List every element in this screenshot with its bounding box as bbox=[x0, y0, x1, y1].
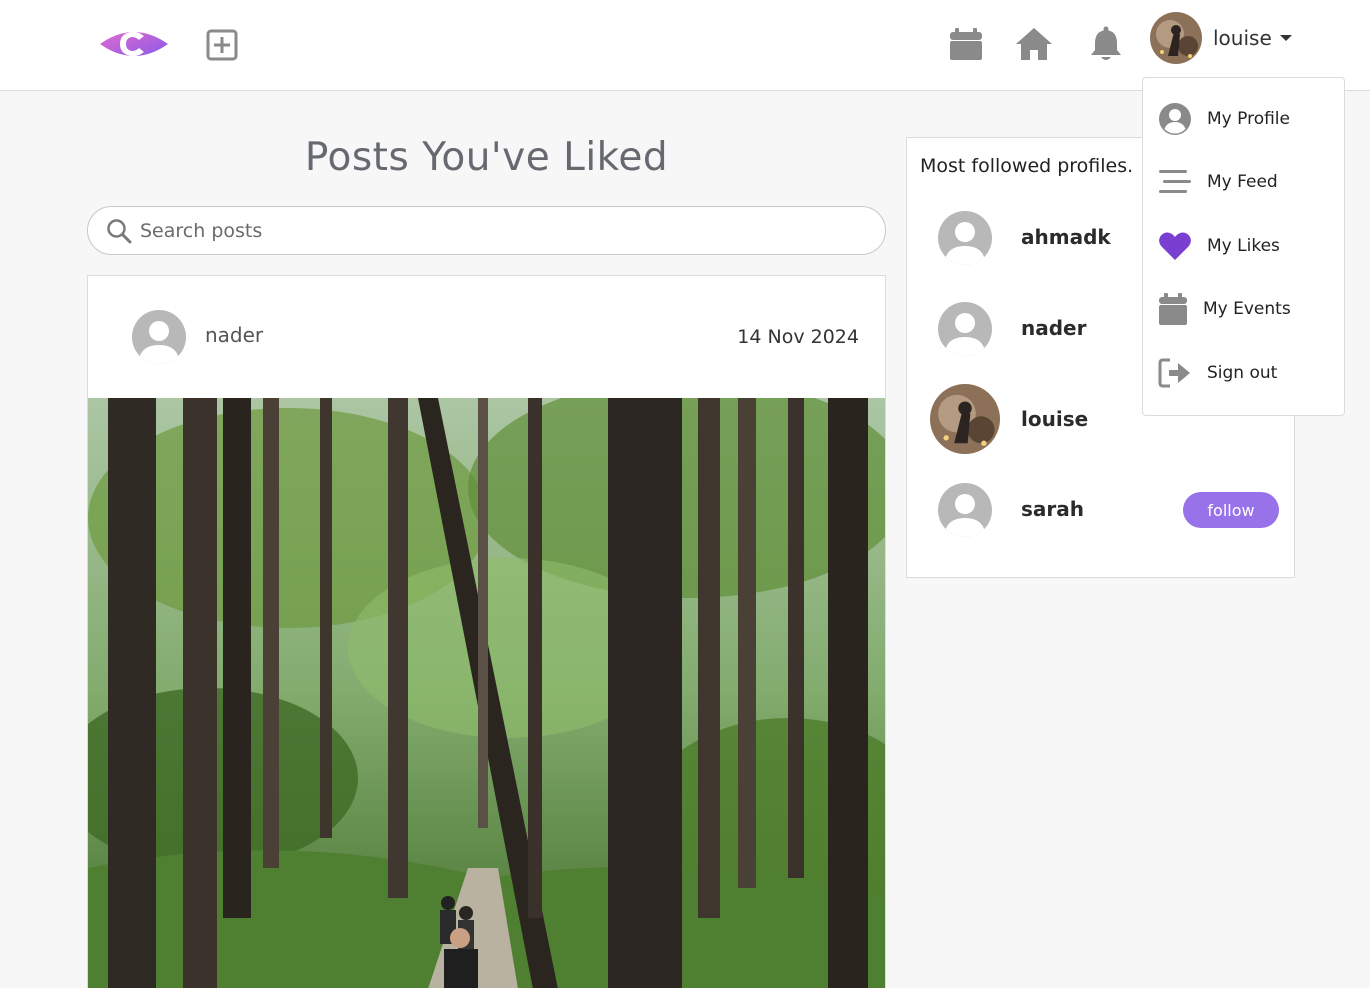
menu-item-label: My Events bbox=[1203, 299, 1291, 319]
menu-item-label: My Likes bbox=[1207, 236, 1280, 256]
user-dropdown-menu: My Profile My Feed My Likes My Events Si… bbox=[1142, 77, 1345, 416]
avatar[interactable] bbox=[132, 310, 186, 364]
add-post-icon[interactable] bbox=[205, 28, 239, 62]
menu-item-sign-out[interactable]: Sign out bbox=[1143, 349, 1344, 397]
search-icon bbox=[107, 218, 132, 243]
menu-item-my-events[interactable]: My Events bbox=[1143, 285, 1344, 333]
search-input[interactable] bbox=[140, 219, 840, 242]
home-icon[interactable] bbox=[1014, 24, 1054, 64]
user-circle-icon bbox=[1159, 103, 1191, 135]
user-menu-toggle[interactable]: louise bbox=[1150, 12, 1292, 64]
follow-button[interactable]: follow bbox=[1183, 492, 1279, 528]
menu-item-my-likes[interactable]: My Likes bbox=[1143, 222, 1344, 270]
profile-name[interactable]: sarah bbox=[1021, 497, 1084, 521]
post-date: 14 Nov 2024 bbox=[737, 326, 859, 348]
post-card: nader 14 Nov 2024 bbox=[87, 275, 886, 988]
user-photo-avatar-icon bbox=[930, 384, 1000, 454]
profile-name[interactable]: louise bbox=[1021, 407, 1088, 431]
bell-icon[interactable] bbox=[1086, 24, 1126, 64]
profile-name[interactable]: nader bbox=[1021, 316, 1086, 340]
user-photo-avatar-icon bbox=[1150, 12, 1202, 64]
avatar[interactable] bbox=[930, 384, 1000, 454]
avatar[interactable] bbox=[938, 483, 992, 537]
avatar[interactable] bbox=[938, 302, 992, 356]
page-title: Posts You've Liked bbox=[304, 135, 669, 180]
default-avatar-icon bbox=[132, 310, 186, 364]
menu-item-my-feed[interactable]: My Feed bbox=[1143, 158, 1344, 206]
stream-lines-icon bbox=[1159, 170, 1191, 193]
calendar-icon bbox=[1159, 293, 1187, 325]
sign-out-icon bbox=[1158, 358, 1190, 388]
post-author[interactable]: nader bbox=[205, 323, 263, 347]
nav-username: louise bbox=[1213, 26, 1272, 50]
brand-logo-icon[interactable] bbox=[98, 24, 170, 64]
avatar[interactable] bbox=[938, 211, 992, 265]
menu-item-label: My Feed bbox=[1207, 172, 1278, 192]
section-title: Most followed profiles. bbox=[920, 155, 1134, 177]
caret-down-icon bbox=[1279, 35, 1292, 41]
default-avatar-icon bbox=[938, 302, 992, 356]
profile-name[interactable]: ahmadk bbox=[1021, 225, 1111, 249]
menu-item-label: My Profile bbox=[1207, 109, 1290, 129]
menu-item-my-profile[interactable]: My Profile bbox=[1143, 95, 1344, 143]
avatar bbox=[1150, 12, 1202, 64]
heart-icon bbox=[1159, 232, 1191, 260]
post-image[interactable] bbox=[88, 398, 885, 988]
calendar-icon[interactable] bbox=[946, 24, 986, 64]
menu-item-label: Sign out bbox=[1207, 363, 1278, 383]
default-avatar-icon bbox=[938, 211, 992, 265]
default-avatar-icon bbox=[938, 483, 992, 537]
list-item: sarah follow bbox=[907, 475, 1294, 545]
search-bar bbox=[87, 206, 886, 255]
